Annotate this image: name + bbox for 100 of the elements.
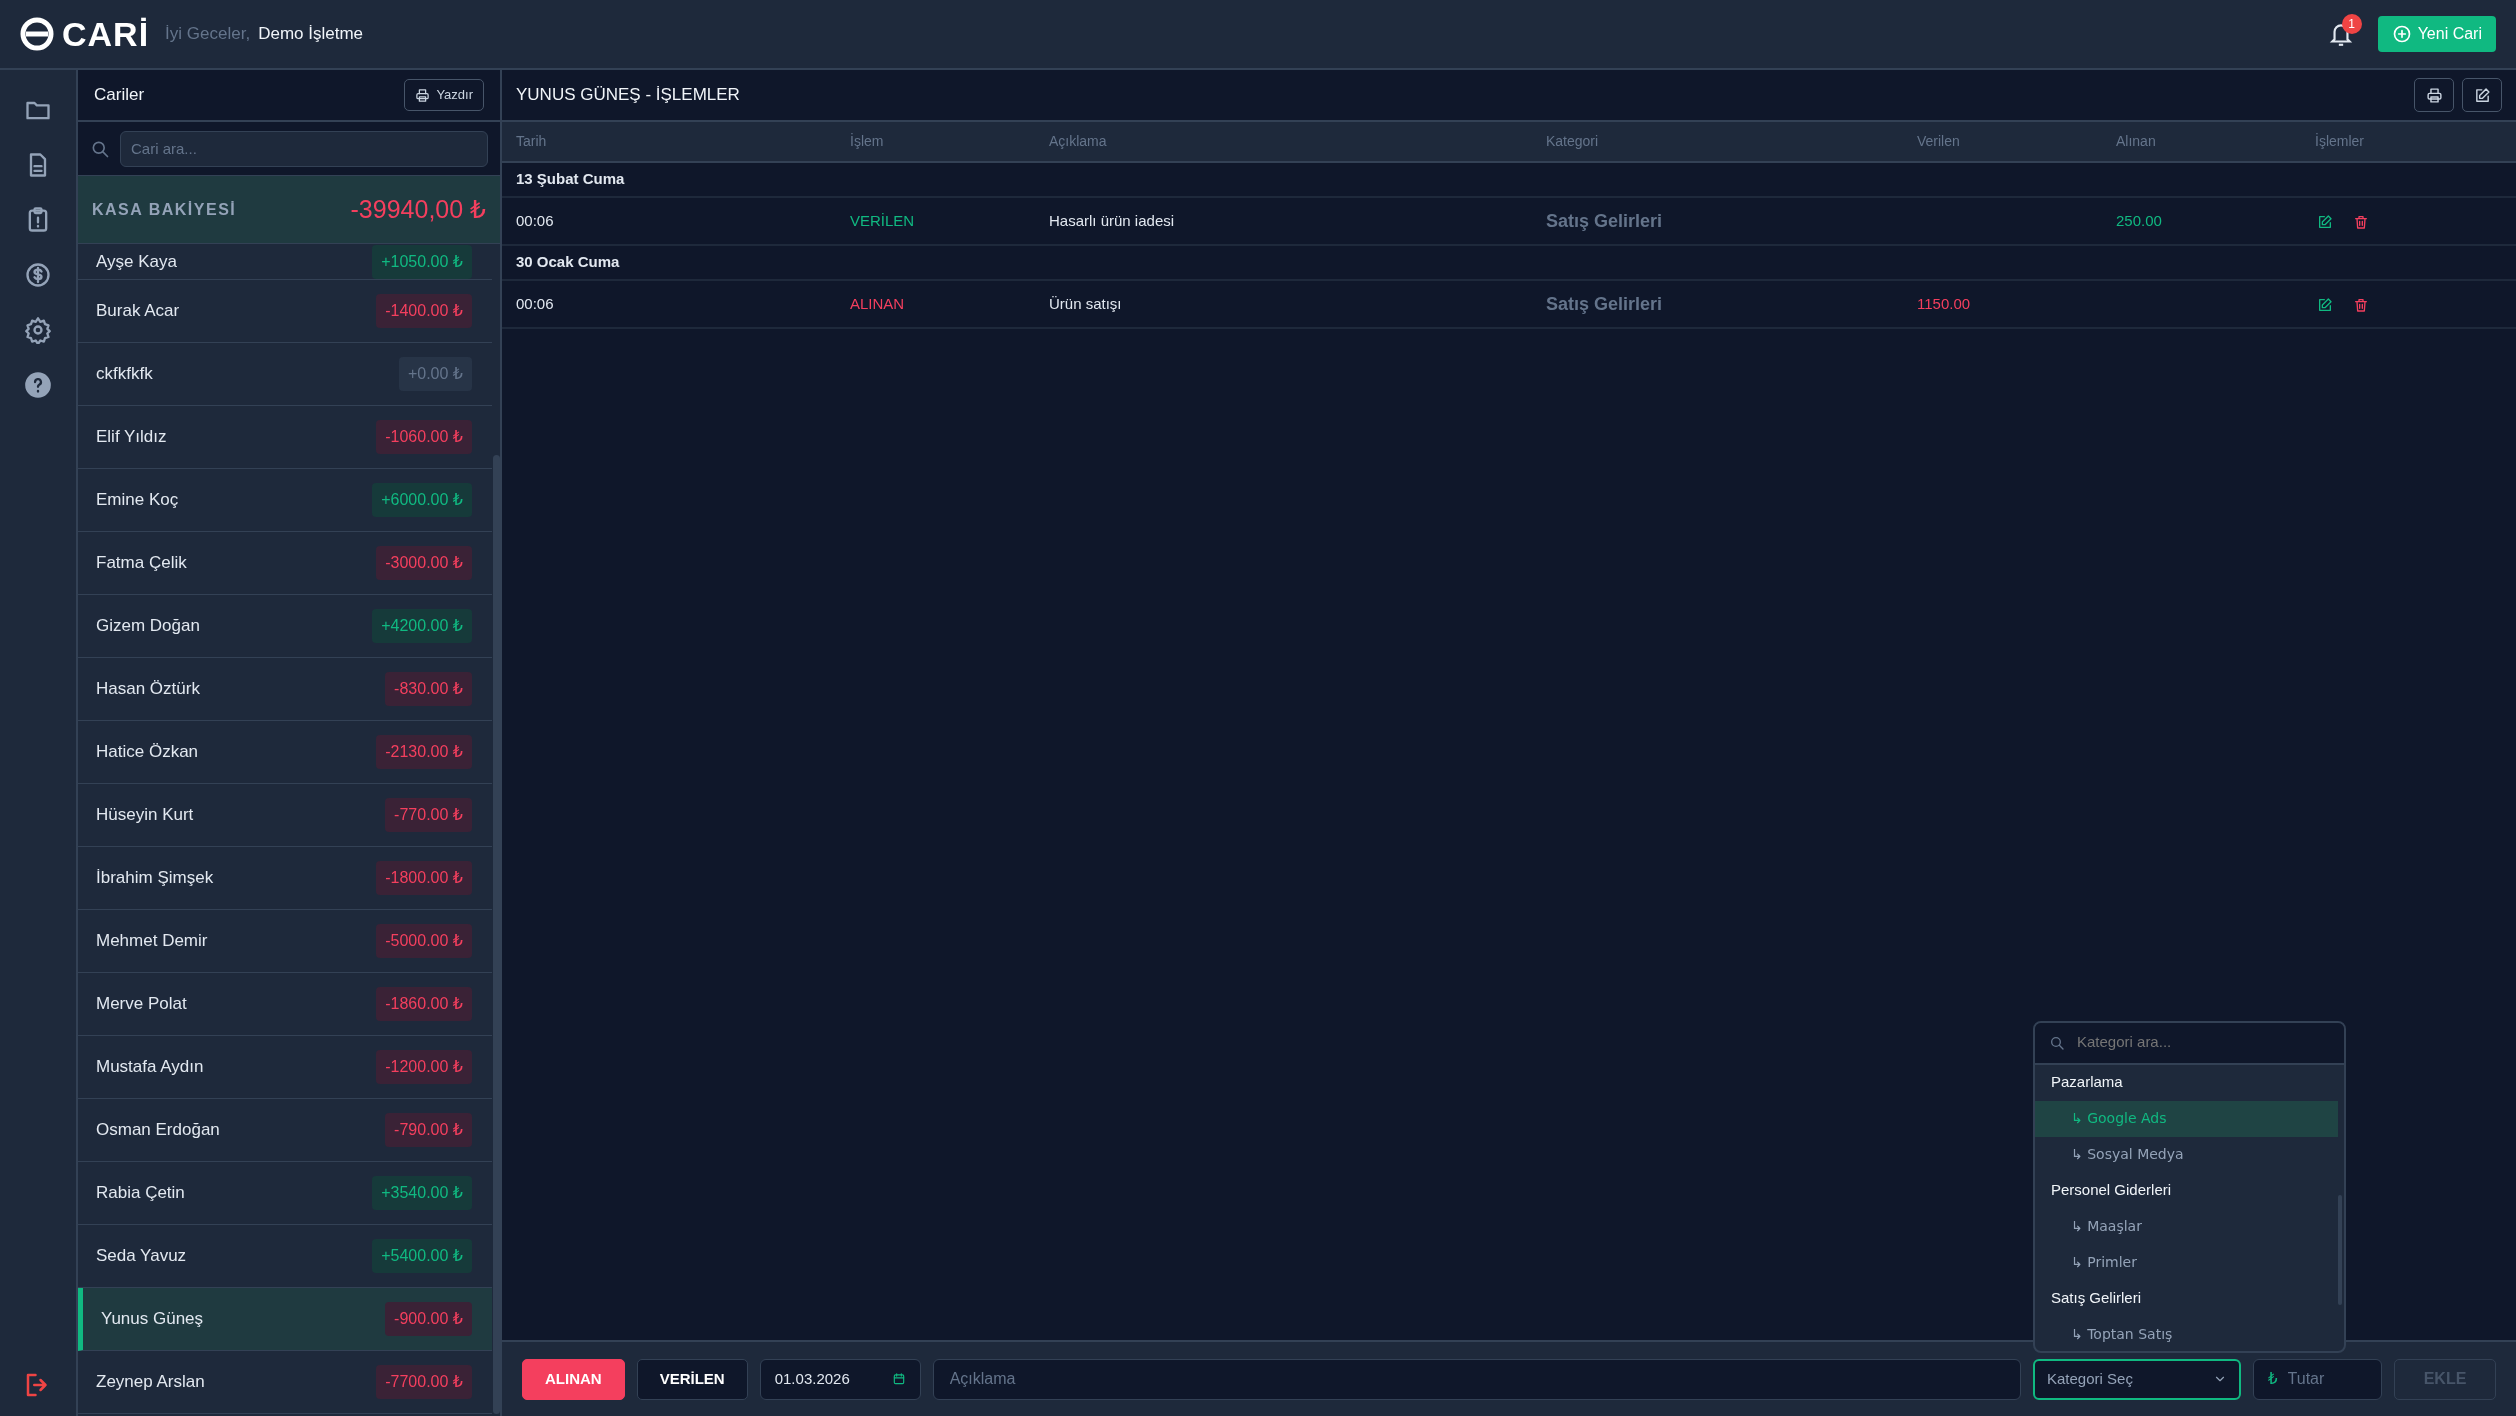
column-header: İşlem: [850, 122, 1049, 162]
category-option[interactable]: ↳ Google Ads: [2035, 1100, 2338, 1137]
customer-name: Zeynep Arslan: [96, 1371, 205, 1394]
customer-name: Hasan Öztürk: [96, 678, 200, 701]
description-field[interactable]: Açıklama: [932, 1358, 2021, 1400]
column-header: Tarih: [502, 122, 850, 162]
balance-amount: -790.00 ₺: [385, 1113, 472, 1147]
balance-amount: -7700.00 ₺: [376, 1365, 472, 1399]
balance-amount: +6000.00 ₺: [372, 483, 472, 517]
customer-row[interactable]: Gizem Doğan +4200.00 ₺: [78, 595, 492, 658]
date-group-header: 13 Şubat Cuma: [516, 170, 625, 188]
panel-title: YUNUS GÜNEŞ - İŞLEMLER: [516, 84, 740, 107]
customer-row[interactable]: Elif Yıldız -1060.00 ₺: [78, 406, 492, 469]
column-header: İşlemler: [2315, 122, 2516, 162]
category-group: Pazarlama: [2035, 1064, 2344, 1101]
customer-row[interactable]: Hüseyin Kurt -770.00 ₺: [78, 784, 492, 847]
category-group: Personel Giderleri: [2035, 1172, 2344, 1209]
customer-name: Merve Polat: [96, 993, 187, 1016]
table-cell: 250.00: [2116, 211, 2162, 229]
balance-amount: -5000.00 ₺: [376, 924, 472, 958]
customer-row[interactable]: Fatma Çelik -3000.00 ₺: [78, 532, 492, 595]
edit-icon: [2317, 296, 2333, 313]
plus-circle-icon: [2391, 24, 2412, 44]
panel-title: Cariler: [94, 84, 145, 107]
balance-amount: -1800.00 ₺: [376, 861, 472, 895]
greeting-text: İyi Geceler,: [165, 23, 251, 46]
edit-button[interactable]: [2462, 78, 2502, 112]
amount-field[interactable]: ₺ Tutar: [2253, 1358, 2382, 1400]
category-option[interactable]: ↳ Primler: [2035, 1244, 2338, 1281]
customer-row[interactable]: Ayşe Kaya +1050.00 ₺: [78, 244, 492, 280]
category-label: Satış Gelirleri: [1546, 210, 1663, 231]
customer-row[interactable]: Hasan Öztürk -830.00 ₺: [78, 658, 492, 721]
balance-amount: +1050.00 ₺: [372, 244, 472, 279]
customer-row[interactable]: İbrahim Şimşek -1800.00 ₺: [78, 847, 492, 910]
printer-icon: [2425, 86, 2443, 104]
search-icon: [2049, 1034, 2065, 1051]
customer-name: Osman Erdoğan: [96, 1119, 220, 1142]
balance-amount: -900.00 ₺: [385, 1302, 472, 1336]
customer-name: Emine Koç: [96, 489, 179, 512]
trash-icon: [2353, 213, 2369, 230]
customer-row[interactable]: ckfkfkfk +0.00 ₺: [78, 343, 492, 406]
customer-row[interactable]: Zeynep Arslan -7700.00 ₺: [78, 1351, 492, 1414]
transaction-type: ALINAN: [850, 294, 905, 312]
table-cell: 1150.00: [1917, 294, 1971, 312]
customer-name: Mehmet Demir: [96, 930, 208, 953]
search-field[interactable]: Cari ara...: [120, 130, 488, 167]
column-header: Alınan: [2116, 122, 2315, 162]
trash-icon: [2353, 296, 2369, 313]
column-header: Kategori: [1546, 122, 1917, 162]
category-option[interactable]: ↳ Sosyal Medya: [2035, 1136, 2338, 1173]
notification-badge: 1: [2341, 14, 2362, 34]
balance-amount: +4200.00 ₺: [372, 609, 472, 643]
customer-name: Seda Yavuz: [96, 1245, 187, 1268]
logo-icon: [20, 17, 54, 51]
printer-icon: [415, 87, 431, 103]
customer-name: Hatice Özkan: [96, 741, 199, 764]
search-input[interactable]: Kategori ara...: [2075, 1030, 2315, 1055]
customer-row[interactable]: Osman Erdoğan -790.00 ₺: [78, 1099, 492, 1162]
category-select[interactable]: Kategori Seç: [2033, 1358, 2241, 1400]
search-field[interactable]: Kategori ara...: [2035, 1022, 2344, 1065]
customer-name: Ayşe Kaya: [96, 250, 177, 273]
customer-row[interactable]: Rabia Çetin +3540.00 ₺: [78, 1162, 492, 1225]
date-field[interactable]: 01.03.2026: [759, 1358, 921, 1400]
customer-name: Hüseyin Kurt: [96, 804, 194, 827]
description-input[interactable]: Açıklama: [947, 1366, 2006, 1392]
dollar-icon[interactable]: [24, 260, 52, 289]
column-header: Verilen: [1917, 122, 2116, 162]
balance-amount: -770.00 ₺: [385, 798, 472, 832]
category-option[interactable]: ↳ Maaşlar: [2035, 1208, 2338, 1245]
customer-row[interactable]: Hatice Özkan -2130.00 ₺: [78, 721, 492, 784]
customer-row[interactable]: Burak Acar -1400.00 ₺: [78, 280, 492, 343]
customer-row[interactable]: Yunus Güneş -900.00 ₺: [78, 1288, 492, 1351]
date-group-header: 30 Ocak Cuma: [516, 253, 620, 271]
customer-name: Mustafa Aydın: [96, 1056, 204, 1079]
table-cell: Ürün satışı: [1049, 294, 1122, 312]
customer-name: Burak Acar: [96, 300, 180, 323]
settings-icon[interactable]: [24, 315, 52, 344]
table-cell: Hasarlı ürün iadesi: [1049, 211, 1175, 229]
balance-value: -39940,00 ₺: [350, 193, 486, 225]
print-button[interactable]: Yazdır: [404, 79, 484, 111]
scrollbar[interactable]: [493, 455, 500, 1414]
customer-row[interactable]: Mustafa Aydın -1200.00 ₺: [78, 1036, 492, 1099]
balance-amount: -1400.00 ₺: [376, 294, 472, 328]
customer-row[interactable]: Mehmet Demir -5000.00 ₺: [78, 910, 492, 973]
customer-row[interactable]: Emine Koç +6000.00 ₺: [78, 469, 492, 532]
category-option[interactable]: ↳ Toptan Satış: [2035, 1316, 2338, 1351]
customer-row[interactable]: Merve Polat -1860.00 ₺: [78, 973, 492, 1036]
edit-icon: [2317, 213, 2333, 230]
table-cell: 00:06: [516, 211, 554, 229]
amount-input[interactable]: Tutar: [2285, 1366, 2356, 1392]
category-group: Satış Gelirleri: [2035, 1280, 2344, 1317]
type-toggle-button[interactable]: VERİLEN: [636, 1358, 748, 1400]
search-icon: [90, 139, 110, 160]
customer-name: Gizem Doğan: [96, 615, 200, 638]
print-button[interactable]: [2414, 78, 2454, 112]
balance-amount: -3000.00 ₺: [376, 546, 472, 580]
logo-text: CARİ: [62, 13, 150, 55]
type-toggle-button[interactable]: ALINAN: [522, 1358, 625, 1400]
balance-amount: -2130.00 ₺: [376, 735, 472, 769]
help-icon[interactable]: [24, 370, 52, 399]
